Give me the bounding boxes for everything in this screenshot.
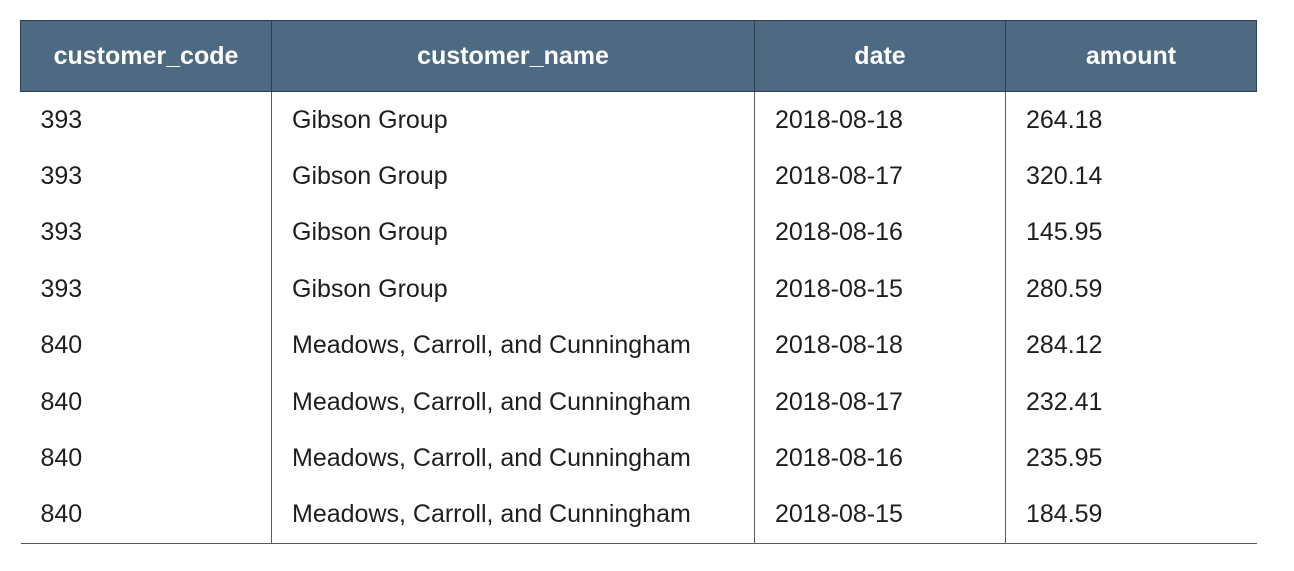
table-header: customer_code customer_name date amount [20,20,1257,92]
table-row: 393 Gibson Group 2018-08-17 320.14 [21,148,1257,205]
cell-customer-code: 393 [40,274,83,303]
cell-amount: 264.18 [1005,91,1257,149]
cell-customer-name: Gibson Group [271,204,755,262]
cell-customer-name: Meadows, Carroll, and Cunningham [271,317,755,374]
cell-date: 2018-08-16 [754,204,1006,262]
column-header-customer-name: customer_name [271,20,755,92]
table-row: 840 Meadows, Carroll, and Cunningham 201… [21,317,1257,374]
cell-date: 2018-08-17 [754,373,1006,431]
table-row: 840 Meadows, Carroll, and Cunningham 201… [21,430,1257,487]
table-row: 393 Gibson Group 2018-08-18 264.18 [21,91,1257,149]
cell-date: 2018-08-15 [754,486,1006,545]
cell-amount: 235.95 [1005,430,1257,487]
cell-date: 2018-08-15 [754,261,1006,318]
cell-customer-name: Gibson Group [271,261,755,318]
cell-date: 2018-08-17 [754,148,1006,205]
column-header-customer-code: customer_code [20,20,272,92]
cell-customer-code: 840 [40,444,83,473]
table-body: 393 Gibson Group 2018-08-18 264.18 393 G… [20,91,1257,545]
cell-date: 2018-08-18 [754,317,1006,374]
cell-customer-code: 840 [40,331,83,360]
cell-date: 2018-08-16 [754,430,1006,487]
cell-amount: 145.95 [1005,204,1257,262]
cell-amount: 232.41 [1005,373,1257,431]
cell-amount: 280.59 [1005,261,1257,318]
cell-customer-code: 840 [40,387,83,416]
cell-customer-code: 393 [40,218,83,247]
cell-customer-name: Gibson Group [271,91,755,149]
header-row: customer_code customer_name date amount [20,20,1257,92]
cell-customer-name: Meadows, Carroll, and Cunningham [271,430,755,487]
column-header-date: date [754,20,1006,92]
cell-date: 2018-08-18 [754,91,1006,149]
table-row: 840 Meadows, Carroll, and Cunningham 201… [20,486,1257,545]
customer-transactions-table: customer_code customer_name date amount … [20,20,1257,545]
table-row: 393 Gibson Group 2018-08-16 145.95 [21,204,1257,262]
cell-customer-name: Gibson Group [271,148,755,205]
column-header-amount: amount [1005,20,1257,92]
cell-amount: 284.12 [1005,317,1257,374]
cell-customer-code: 393 [40,105,83,134]
table-row: 840 Meadows, Carroll, and Cunningham 201… [21,373,1257,431]
cell-customer-name: Meadows, Carroll, and Cunningham [271,373,755,431]
table-row: 393 Gibson Group 2018-08-15 280.59 [21,261,1257,318]
cell-customer-code: 393 [40,162,83,191]
cell-amount: 320.14 [1005,148,1257,205]
cell-customer-name: Meadows, Carroll, and Cunningham [271,486,755,545]
cell-amount: 184.59 [1005,486,1257,545]
data-table-container: customer_code customer_name date amount … [20,20,1257,545]
cell-customer-code: 840 [20,486,272,545]
